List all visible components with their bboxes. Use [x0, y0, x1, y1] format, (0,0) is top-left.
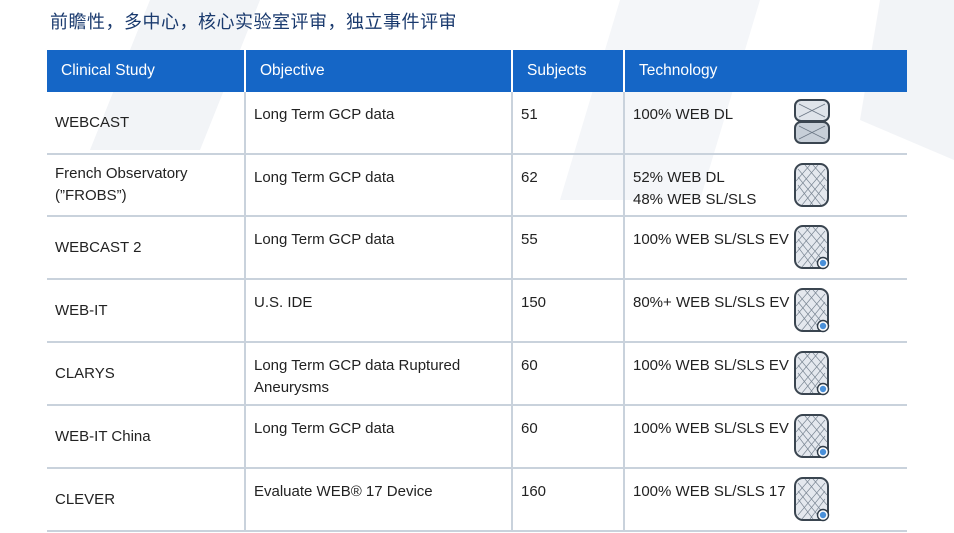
objective-cell: Evaluate WEB® 17 Device [245, 468, 513, 532]
technology-line: 48% WEB SL/SLS [633, 191, 757, 208]
technology-cell: 100% WEB SL/SLS 17 [624, 468, 907, 532]
table-row: WEBCAST 2 Long Term GCP data 55 100% WEB SL… [47, 216, 907, 280]
objective-cell: Long Term GCP data [245, 92, 513, 155]
web-sl-device-icon [793, 161, 831, 209]
technology-cell: 100% WEB DL [624, 92, 907, 155]
technology-line: 100% WEB DL [633, 106, 734, 123]
technology-cell: 52% WEB DL 48% WEB SL/SLS [624, 154, 907, 217]
objective-cell: Long Term GCP data Ruptured Aneurysms [245, 342, 513, 406]
web-dl-device-icon [793, 98, 831, 146]
objective-cell: Long Term GCP data [245, 216, 513, 280]
technology-line: 52% WEB DL [633, 169, 725, 186]
objective-cell: U.S. IDE [245, 279, 513, 343]
technology-line: 100% WEB SL/SLS 17 [633, 483, 786, 500]
technology-cell: 100% WEB SL/SLS EV [624, 405, 907, 469]
web-sl-ev-device-icon [793, 349, 831, 397]
technology-cell: 100% WEB SL/SLS EV [624, 342, 907, 406]
web-sl-ev-device-icon [793, 223, 831, 271]
technology-cell: 80%+ WEB SL/SLS EV [624, 279, 907, 343]
table-row: CLARYS Long Term GCP data Ruptured Aneury… [47, 342, 907, 406]
study-name-cell: WEB-IT [47, 279, 246, 343]
study-name-cell: WEBCAST [47, 92, 246, 155]
subjects-cell: 62 [512, 154, 625, 217]
header-subjects: Subjects [512, 50, 625, 92]
table-row: WEB-IT China Long Term GCP data 60 100% WEB… [47, 405, 907, 469]
subjects-cell: 55 [512, 216, 625, 280]
web-17-device-icon [793, 475, 831, 523]
study-name-cell: CLEVER [47, 468, 246, 532]
subjects-cell: 60 [512, 405, 625, 469]
study-name-cell: CLARYS [47, 342, 246, 406]
header-clinical-study: Clinical Study [47, 50, 246, 92]
technology-line: 80%+ WEB SL/SLS EV [633, 294, 790, 311]
web-sl-ev-device-icon [793, 412, 831, 460]
web-sl-ev-device-icon [793, 286, 831, 334]
technology-line: 100% WEB SL/SLS EV [633, 357, 789, 374]
study-name-cell: WEBCAST 2 [47, 216, 246, 280]
table-row: CLEVER Evaluate WEB® 17 Device 160 100% WEB… [47, 468, 907, 532]
clinical-studies-table: Clinical Study Objective Subjects Techno… [47, 50, 907, 532]
subjects-cell: 60 [512, 342, 625, 406]
subjects-cell: 51 [512, 92, 625, 155]
slide-title: 前瞻性，多中心，核心实验室评审，独立事件评审 [50, 12, 457, 33]
subjects-cell: 160 [512, 468, 625, 532]
table-row: WEB-IT U.S. IDE 150 80%+ WEB SL/SLS EV [47, 279, 907, 343]
table-row: WEBCAST Long Term GCP data 51 100% WEB DL [47, 92, 907, 155]
table-row: French Observatory (”FROBS”) Long Term GC… [47, 154, 907, 217]
study-name-cell: French Observatory (”FROBS”) [47, 154, 246, 217]
study-name-cell: WEB-IT China [47, 405, 246, 469]
objective-cell: Long Term GCP data [245, 154, 513, 217]
header-objective: Objective [245, 50, 513, 92]
objective-cell: Long Term GCP data [245, 405, 513, 469]
header-technology: Technology [624, 50, 907, 92]
technology-line: 100% WEB SL/SLS EV [633, 231, 789, 248]
technology-line: 100% WEB SL/SLS EV [633, 420, 789, 437]
technology-cell: 100% WEB SL/SLS EV [624, 216, 907, 280]
subjects-cell: 150 [512, 279, 625, 343]
table-header-row: Clinical Study Objective Subjects Techno… [47, 50, 907, 92]
